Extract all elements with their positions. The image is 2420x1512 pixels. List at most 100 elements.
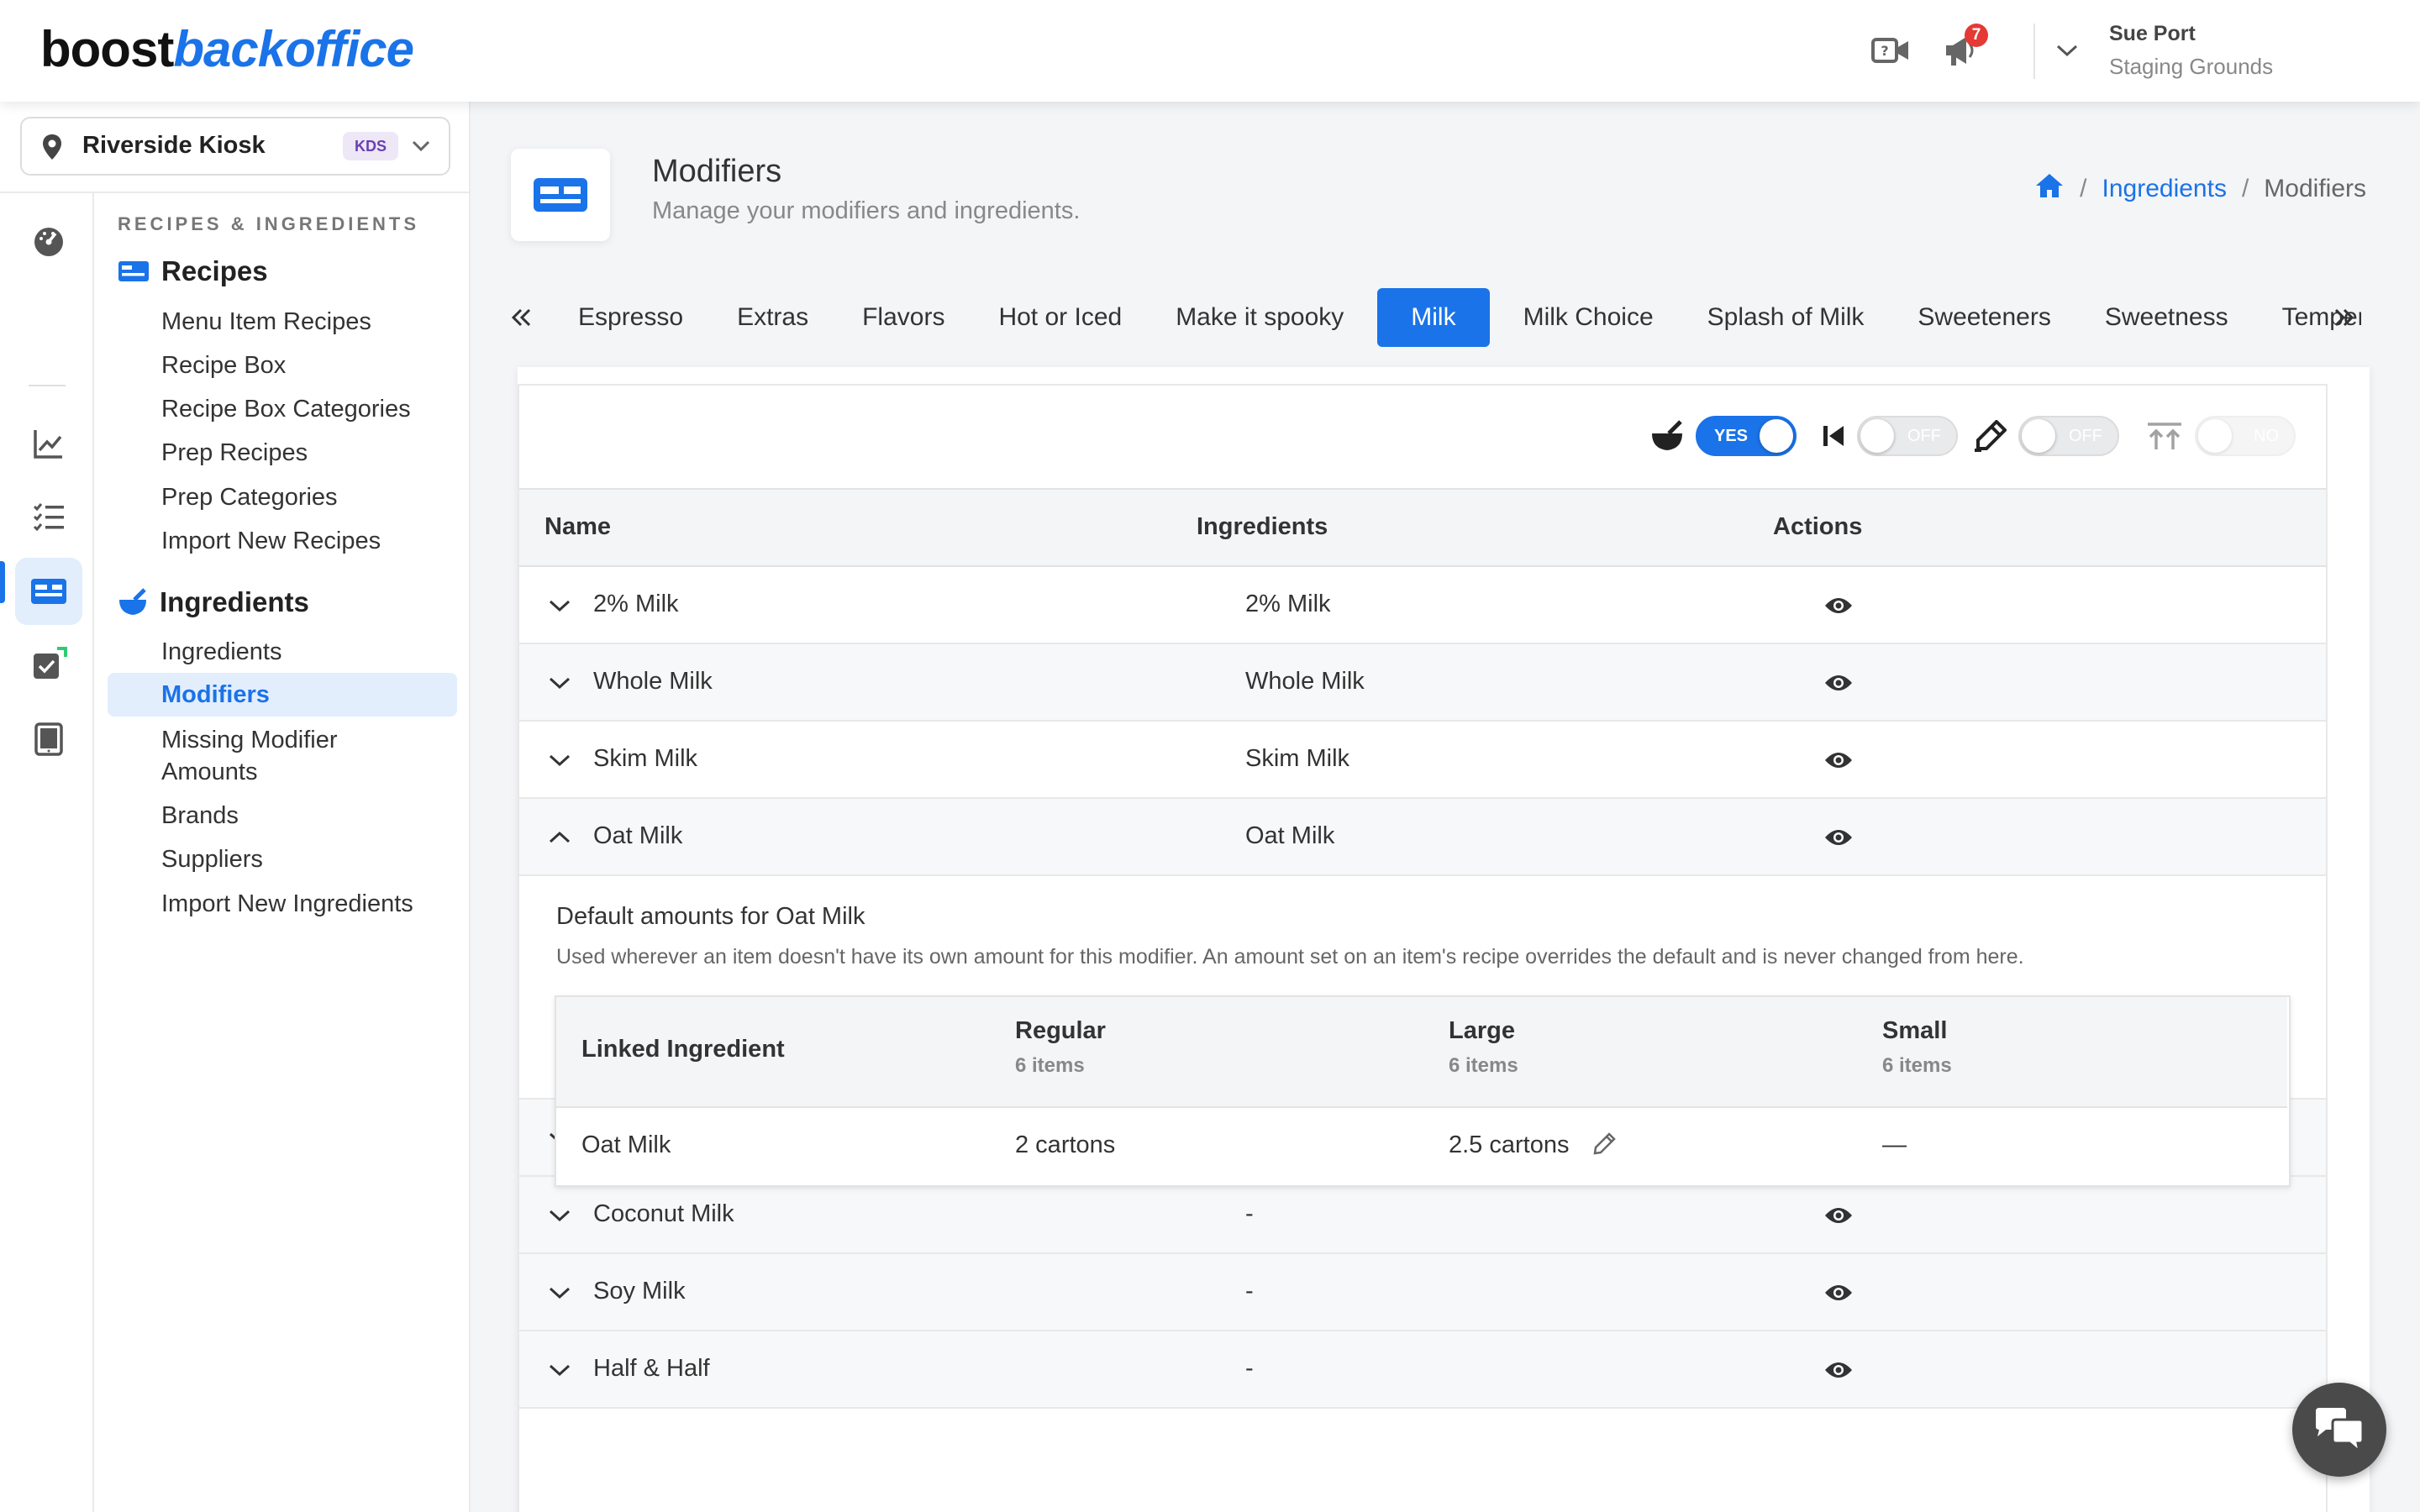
tab-sweetness[interactable]: Sweetness (2078, 288, 2255, 347)
tab-espresso[interactable]: Espresso (551, 288, 710, 347)
table-row[interactable]: Soy Milk - (519, 1254, 2326, 1331)
sort-up-icon (2148, 423, 2181, 449)
nav-item-recipe-box[interactable]: Recipe Box (108, 349, 457, 381)
nav-item-brands[interactable]: Brands (108, 800, 457, 832)
view-eye-icon[interactable] (1822, 822, 1855, 853)
nav-item-import-new-recipes[interactable]: Import New Recipes (108, 525, 457, 557)
top-bar: boost backoffice ? 7 Sue Port Staging Gro… (0, 0, 2420, 102)
recipes-card-icon[interactable] (15, 558, 82, 625)
user-menu-chevron-icon[interactable] (2052, 37, 2082, 64)
view-eye-icon[interactable] (1822, 668, 1855, 698)
app-logo[interactable]: boost backoffice (40, 18, 414, 79)
home-icon[interactable] (2034, 172, 2065, 206)
tab-milk-choice[interactable]: Milk Choice (1497, 288, 1681, 347)
mortar-pestle-icon (119, 588, 146, 615)
tab-splash-of-milk[interactable]: Splash of Milk (1681, 288, 1891, 347)
chevron-down-icon[interactable] (543, 666, 576, 700)
breadcrumb-separator: / (2241, 175, 2249, 202)
large-amount-cell[interactable]: 2.5 cartons (1449, 1131, 1569, 1159)
view-eye-icon[interactable] (1822, 1200, 1855, 1231)
breadcrumb-current: Modifiers (2264, 175, 2366, 202)
tab-milk[interactable]: Milk (1377, 288, 1490, 347)
table-row[interactable]: Skim Milk Skim Milk (519, 722, 2326, 799)
column-name-header[interactable]: Name (544, 513, 611, 541)
regular-count: 6 items (1015, 1054, 1085, 1077)
toggle-sort-group: NO (2146, 416, 2296, 456)
view-eye-icon[interactable] (1822, 1355, 1855, 1385)
chat-support-icon[interactable] (2292, 1383, 2386, 1477)
tab-flavors[interactable]: Flavors (835, 288, 971, 347)
view-eye-icon[interactable] (1822, 591, 1855, 621)
nav-group-ingredients[interactable]: Ingredients (118, 586, 309, 618)
modifier-group-tabs: Espresso Extras Flavors Hot or Iced Make it … (504, 288, 2361, 355)
linked-ingredient-cell: Oat Milk (581, 1131, 671, 1158)
chevron-down-icon[interactable] (543, 1276, 576, 1310)
modifiers-panel: YES OFF OFF NO Name Ingredients Actions … (518, 384, 2328, 1512)
table-row[interactable]: Whole Milk Whole Milk (519, 644, 2326, 722)
chevron-down-icon[interactable] (543, 1199, 576, 1232)
modifier-ingredients: Oat Milk (1245, 822, 1335, 849)
topbar-divider (2033, 24, 2035, 79)
small-amount-cell[interactable]: — (1882, 1131, 1907, 1159)
linked-ingredient-header: Linked Ingredient (581, 1036, 785, 1063)
small-count: 6 items (1882, 1054, 1952, 1077)
page-title: Modifiers (652, 154, 782, 189)
table-row[interactable]: Half & Half - (519, 1331, 2326, 1409)
view-eye-icon[interactable] (1822, 745, 1855, 775)
rail-active-indicator (0, 561, 5, 603)
dashboard-icon[interactable] (15, 208, 82, 276)
regular-amount-cell[interactable]: 2 cartons (1015, 1131, 1115, 1159)
chevron-down-icon[interactable] (543, 743, 576, 777)
nav-item-ingredients[interactable]: Ingredients (108, 636, 457, 668)
tab-sweeteners[interactable]: Sweeteners (1891, 288, 2077, 347)
table-row[interactable]: 2% Milk 2% Milk (519, 567, 2326, 644)
regular-header: Regular (1015, 1017, 1106, 1044)
video-help-icon[interactable]: ? (1870, 32, 1911, 69)
modifier-name: Half & Half (593, 1355, 710, 1382)
nav-item-missing-modifier-amounts[interactable]: Missing Modifier Amounts (108, 724, 385, 788)
location-select[interactable]: Riverside Kiosk KDS (20, 117, 450, 176)
nav-item-import-new-ingredients[interactable]: Import New Ingredients (108, 888, 457, 920)
tablet-icon[interactable] (15, 706, 82, 773)
chevron-down-icon[interactable] (543, 1353, 576, 1387)
mortar-pestle-icon (1652, 420, 1682, 450)
task-list-icon[interactable] (15, 484, 82, 551)
toggle-ingredient-group: YES (1650, 416, 1797, 456)
tab-extras[interactable]: Extras (710, 288, 835, 347)
nav-group-recipes[interactable]: Recipes (118, 255, 268, 287)
breadcrumb-ingredients-link[interactable]: Ingredients (2102, 175, 2227, 203)
marker-toggle[interactable]: OFF (2018, 416, 2119, 456)
ingredient-toggle[interactable]: YES (1696, 416, 1797, 456)
modifier-ingredients: - (1245, 1278, 1254, 1305)
analytics-chart-icon[interactable] (15, 410, 82, 477)
nav-item-suppliers[interactable]: Suppliers (108, 843, 457, 875)
tabs-scroll-right-icon[interactable] (2328, 288, 2361, 347)
modifier-ingredients: Skim Milk (1245, 745, 1350, 772)
large-count: 6 items (1449, 1054, 1518, 1077)
user-name[interactable]: Sue Port (2109, 22, 2196, 46)
checklist-icon[interactable] (15, 632, 82, 699)
location-pin-icon (42, 134, 62, 165)
tab-make-it-spooky[interactable]: Make it spooky (1149, 288, 1370, 347)
edit-pencil-icon[interactable] (1591, 1131, 1617, 1161)
nav-item-prep-recipes[interactable]: Prep Recipes (108, 437, 457, 469)
announcements-icon[interactable]: 7 (1941, 24, 1988, 69)
column-ingredients-header[interactable]: Ingredients (1197, 513, 1328, 541)
nav-item-prep-categories[interactable]: Prep Categories (108, 481, 457, 513)
skip-toggle[interactable]: OFF (1857, 416, 1958, 456)
tab-hot-or-iced[interactable]: Hot or Iced (971, 288, 1149, 347)
tabs-scroll-left-icon[interactable] (504, 288, 538, 347)
nav-item-modifiers[interactable]: Modifiers (108, 673, 457, 717)
sort-toggle[interactable]: NO (2195, 416, 2296, 456)
filter-toolbar: YES OFF OFF NO (519, 386, 2326, 490)
nav-item-recipe-box-categories[interactable]: Recipe Box Categories (108, 393, 457, 425)
svg-text:?: ? (1881, 43, 1888, 59)
modifiers-card-icon (511, 149, 610, 241)
chevron-down-icon[interactable] (543, 589, 576, 622)
chevron-up-icon[interactable] (543, 821, 576, 854)
table-row[interactable]: Coconut Milk - (519, 1177, 2326, 1254)
table-row[interactable]: Oat Milk Oat Milk (519, 799, 2326, 876)
view-eye-icon[interactable] (1822, 1278, 1855, 1308)
nav-item-menu-item-recipes[interactable]: Menu Item Recipes (108, 306, 457, 338)
small-header: Small (1882, 1017, 1948, 1044)
